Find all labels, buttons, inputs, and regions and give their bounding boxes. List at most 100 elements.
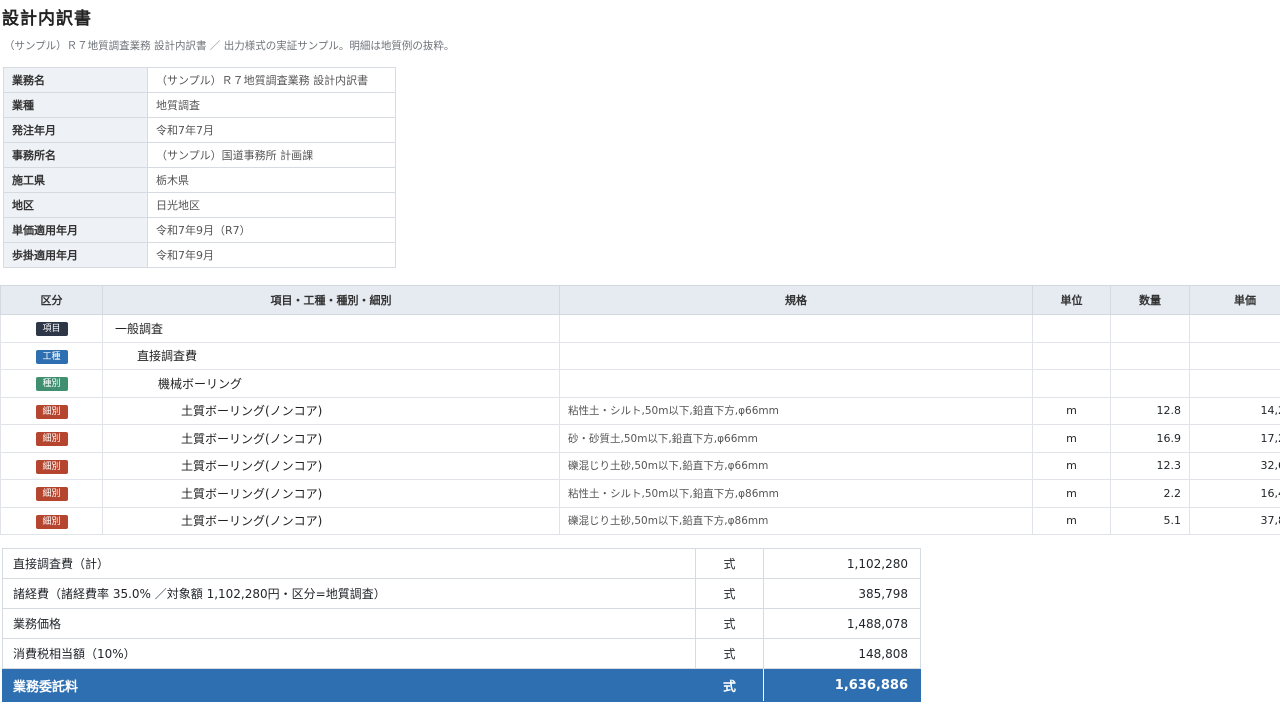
kubun-cell: 細別 xyxy=(0,424,103,453)
qty-cell: 5.1 xyxy=(1110,506,1190,535)
kubun-cell: 項目 xyxy=(0,314,103,343)
page-title: 設計内訳書 xyxy=(2,9,92,29)
unit-cell: m xyxy=(1032,479,1111,508)
kubun-cell: 種別 xyxy=(0,369,103,398)
info-row: 単価適用年月 令和7年9月（R7） xyxy=(3,217,396,243)
total-unit: 式 xyxy=(695,668,764,702)
col-header-kubun: 区分 xyxy=(0,285,103,315)
summary-unit: 式 xyxy=(695,638,764,669)
unit-cell: m xyxy=(1032,396,1111,425)
col-header-unit: 単位 xyxy=(1032,285,1111,315)
unit-cell: m xyxy=(1032,506,1111,535)
total-amount: 1,636,886 xyxy=(763,668,921,702)
price-cell xyxy=(1189,314,1280,343)
summary-label: 業務価格 xyxy=(2,608,696,639)
table-row: 種別 機械ボーリング xyxy=(0,369,1280,398)
kubun-badge: 工種 xyxy=(35,349,68,364)
summary-amount: 148,808 xyxy=(763,638,921,669)
col-header-spec: 規格 xyxy=(559,285,1033,315)
unit-cell: m xyxy=(1032,424,1111,453)
summary-row: 直接調査費（計）式 1,102,280 xyxy=(2,548,921,579)
unit-cell xyxy=(1032,369,1111,398)
unit-cell xyxy=(1032,341,1111,370)
detail-table: 区分 項目・工種・種別・細別 規格 単位 数量 単価 項目 一般調査工種 直接調査費… xyxy=(0,285,1280,535)
summary-amount: 1,488,078 xyxy=(763,608,921,639)
summary-label: 消費税相当額（10%） xyxy=(2,638,696,669)
table-row: 細別 土質ボーリング(ノンコア) 礫混じり土砂,50m以下,鉛直下方,φ86mm m 5… xyxy=(0,506,1280,535)
kubun-badge: 細別 xyxy=(35,404,68,419)
price-cell: 17,20 xyxy=(1189,424,1280,453)
spec-cell xyxy=(559,341,1033,370)
info-table: 業務名 （サンプル）Ｒ７地質調査業務 設計内訳書 業種 地質調査 発注年月 令和7年7月事… xyxy=(3,67,396,268)
kubun-badge: 細別 xyxy=(35,487,68,502)
info-value: 地質調査 xyxy=(147,92,396,118)
info-key: 事務所名 xyxy=(3,142,148,168)
item-name-cell: 土質ボーリング(ノンコア) xyxy=(102,506,560,535)
summary-row: 諸経費（諸経費率 35.0% ／対象額 1,102,280円・区分=地質調査）式… xyxy=(2,578,921,609)
table-row: 細別 土質ボーリング(ノンコア) 砂・砂質土,50m以下,鉛直下方,φ66mm m 16… xyxy=(0,424,1280,453)
info-key: 歩掛適用年月 xyxy=(3,242,148,268)
price-cell: 32,60 xyxy=(1189,451,1280,480)
kubun-badge: 細別 xyxy=(35,514,68,529)
kubun-cell: 細別 xyxy=(0,396,103,425)
kubun-cell: 工種 xyxy=(0,341,103,370)
summary-label: 諸経費（諸経費率 35.0% ／対象額 1,102,280円・区分=地質調査） xyxy=(2,578,696,609)
kubun-badge: 項目 xyxy=(35,322,68,337)
kubun-cell: 細別 xyxy=(0,479,103,508)
info-value: 令和7年7月 xyxy=(147,117,396,143)
summary-label: 直接調査費（計） xyxy=(2,548,696,579)
item-name-cell: 土質ボーリング(ノンコア) xyxy=(102,424,560,453)
price-cell: 37,80 xyxy=(1189,506,1280,535)
item-name-cell: 一般調査 xyxy=(102,314,560,343)
summary-unit: 式 xyxy=(695,608,764,639)
unit-cell: m xyxy=(1032,451,1111,480)
detail-header-row: 区分 項目・工種・種別・細別 規格 単位 数量 単価 xyxy=(0,285,1280,315)
qty-cell: 16.9 xyxy=(1110,424,1190,453)
qty-cell xyxy=(1110,369,1190,398)
info-row: 地区 日光地区 xyxy=(3,192,396,218)
info-row: 発注年月 令和7年7月 xyxy=(3,117,396,143)
info-row: 事務所名 （サンプル）国道事務所 計画課 xyxy=(3,142,396,168)
info-key: 単価適用年月 xyxy=(3,217,148,243)
info-value: （サンプル）国道事務所 計画課 xyxy=(147,142,396,168)
summary-row: 消費税相当額（10%）式 148,808 xyxy=(2,638,921,669)
spec-cell: 礫混じり土砂,50m以下,鉛直下方,φ86mm xyxy=(559,506,1033,535)
item-name-cell: 土質ボーリング(ノンコア) xyxy=(102,396,560,425)
kubun-badge: 細別 xyxy=(35,432,68,447)
page-subtitle: （サンプル）Ｒ７地質調査業務 設計内訳書 ／ 出力様式の実証サンプル。明細は地質… xyxy=(4,40,455,52)
kubun-cell: 細別 xyxy=(0,451,103,480)
info-value: 日光地区 xyxy=(147,192,396,218)
qty-cell: 12.3 xyxy=(1110,451,1190,480)
unit-cell xyxy=(1032,314,1111,343)
table-row: 細別 土質ボーリング(ノンコア) 粘性土・シルト,50m以下,鉛直下方,φ86mm m… xyxy=(0,479,1280,508)
table-row: 細別 土質ボーリング(ノンコア) 粘性土・シルト,50m以下,鉛直下方,φ66mm m… xyxy=(0,396,1280,425)
info-row: 業種 地質調査 xyxy=(3,92,396,118)
spec-cell xyxy=(559,314,1033,343)
summary-unit: 式 xyxy=(695,548,764,579)
info-key: 発注年月 xyxy=(3,117,148,143)
info-row: 歩掛適用年月 令和7年9月 xyxy=(3,242,396,268)
table-row: 細別 土質ボーリング(ノンコア) 礫混じり土砂,50m以下,鉛直下方,φ66mm m 1… xyxy=(0,451,1280,480)
item-name-cell: 機械ボーリング xyxy=(102,369,560,398)
price-cell: 16,40 xyxy=(1189,479,1280,508)
summary-row: 業務価格式 1,488,078 xyxy=(2,608,921,639)
table-row: 工種 直接調査費 xyxy=(0,341,1280,370)
summary-amount: 385,798 xyxy=(763,578,921,609)
info-key: 業務名 xyxy=(3,67,148,93)
info-key: 施工県 xyxy=(3,167,148,193)
total-row: 業務委託料 式 1,636,886 xyxy=(2,668,921,702)
spec-cell: 粘性土・シルト,50m以下,鉛直下方,φ86mm xyxy=(559,479,1033,508)
info-value: 栃木県 xyxy=(147,167,396,193)
summary-table: 直接調査費（計）式 1,102,280 諸経費（諸経費率 35.0% ／対象額 1,… xyxy=(2,548,921,702)
price-cell xyxy=(1189,341,1280,370)
info-value: （サンプル）Ｒ７地質調査業務 設計内訳書 xyxy=(147,67,396,93)
kubun-cell: 細別 xyxy=(0,506,103,535)
table-row: 項目 一般調査 xyxy=(0,314,1280,343)
qty-cell xyxy=(1110,341,1190,370)
info-row: 施工県 栃木県 xyxy=(3,167,396,193)
spec-cell xyxy=(559,369,1033,398)
item-name-cell: 土質ボーリング(ノンコア) xyxy=(102,479,560,508)
item-name-cell: 直接調査費 xyxy=(102,341,560,370)
price-cell: 14,20 xyxy=(1189,396,1280,425)
spec-cell: 砂・砂質土,50m以下,鉛直下方,φ66mm xyxy=(559,424,1033,453)
